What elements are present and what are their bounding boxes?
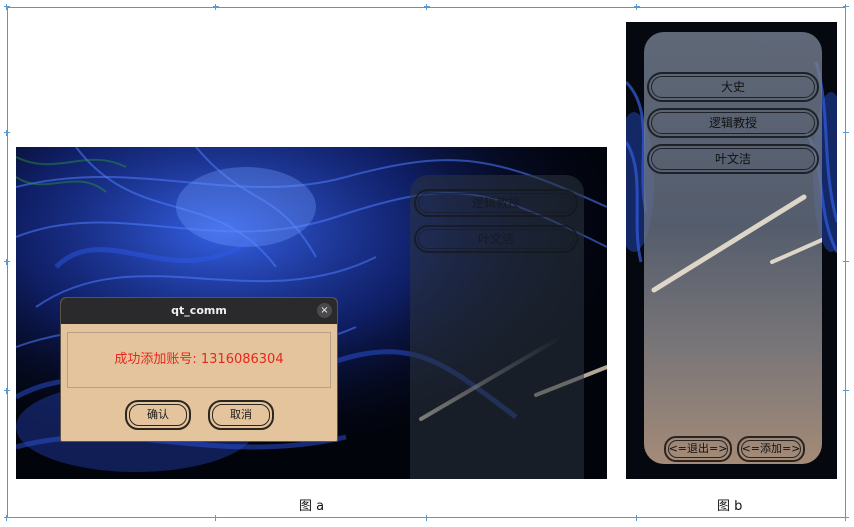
cancel-button[interactable]: 取消: [208, 400, 274, 430]
contact-button-ye-wenjie[interactable]: 叶文洁: [647, 144, 819, 174]
resize-handle-icon[interactable]: [424, 515, 430, 521]
screenshot-b: 大史 逻辑教授 叶文洁 <=退出=> <=添加=>: [626, 22, 837, 479]
message-dialog: qt_comm × 成功添加账号: 1316086304 确认 取消: [60, 297, 338, 442]
resize-handle-icon[interactable]: [634, 515, 640, 521]
resize-handle-icon[interactable]: [4, 4, 10, 10]
resize-handle-icon[interactable]: [843, 515, 849, 521]
resize-handle-icon[interactable]: [4, 515, 10, 521]
resize-handle-icon[interactable]: [843, 259, 849, 265]
resize-handle-icon[interactable]: [4, 130, 10, 136]
contacts-window: 大史 逻辑教授 叶文洁 <=退出=> <=添加=>: [644, 32, 822, 464]
resize-handle-icon[interactable]: [843, 130, 849, 136]
close-icon[interactable]: ×: [317, 303, 332, 318]
contact-button-ghost: 叶文洁: [414, 225, 578, 253]
resize-handle-icon[interactable]: [424, 4, 430, 10]
contact-button-logic-professor[interactable]: 逻辑教授: [647, 108, 819, 138]
confirm-button[interactable]: 确认: [125, 400, 191, 430]
success-message: 成功添加账号: 1316086304: [114, 352, 284, 367]
contact-button-dashi[interactable]: 大史: [647, 72, 819, 102]
caption-b: 图 b: [717, 499, 743, 514]
message-area: 成功添加账号: 1316086304: [67, 332, 331, 388]
resize-handle-icon[interactable]: [4, 388, 10, 394]
document-canvas: 逻辑教授 叶文洁 qt_comm × 成功添加账号: 1316086304 确认…: [0, 0, 854, 527]
exit-button[interactable]: <=退出=>: [664, 436, 732, 462]
resize-handle-icon[interactable]: [213, 515, 219, 521]
caption-a: 图 a: [299, 499, 325, 514]
resize-handle-icon[interactable]: [843, 388, 849, 394]
resize-handle-icon[interactable]: [4, 259, 10, 265]
background-app-window: 逻辑教授 叶文洁: [410, 175, 584, 479]
resize-handle-icon[interactable]: [634, 4, 640, 10]
resize-handle-icon[interactable]: [213, 4, 219, 10]
add-button[interactable]: <=添加=>: [737, 436, 805, 462]
dialog-title: qt_comm: [171, 304, 227, 317]
contact-button-ghost: 逻辑教授: [414, 189, 578, 217]
screenshot-a: 逻辑教授 叶文洁 qt_comm × 成功添加账号: 1316086304 确认…: [16, 147, 607, 479]
resize-handle-icon[interactable]: [843, 4, 849, 10]
